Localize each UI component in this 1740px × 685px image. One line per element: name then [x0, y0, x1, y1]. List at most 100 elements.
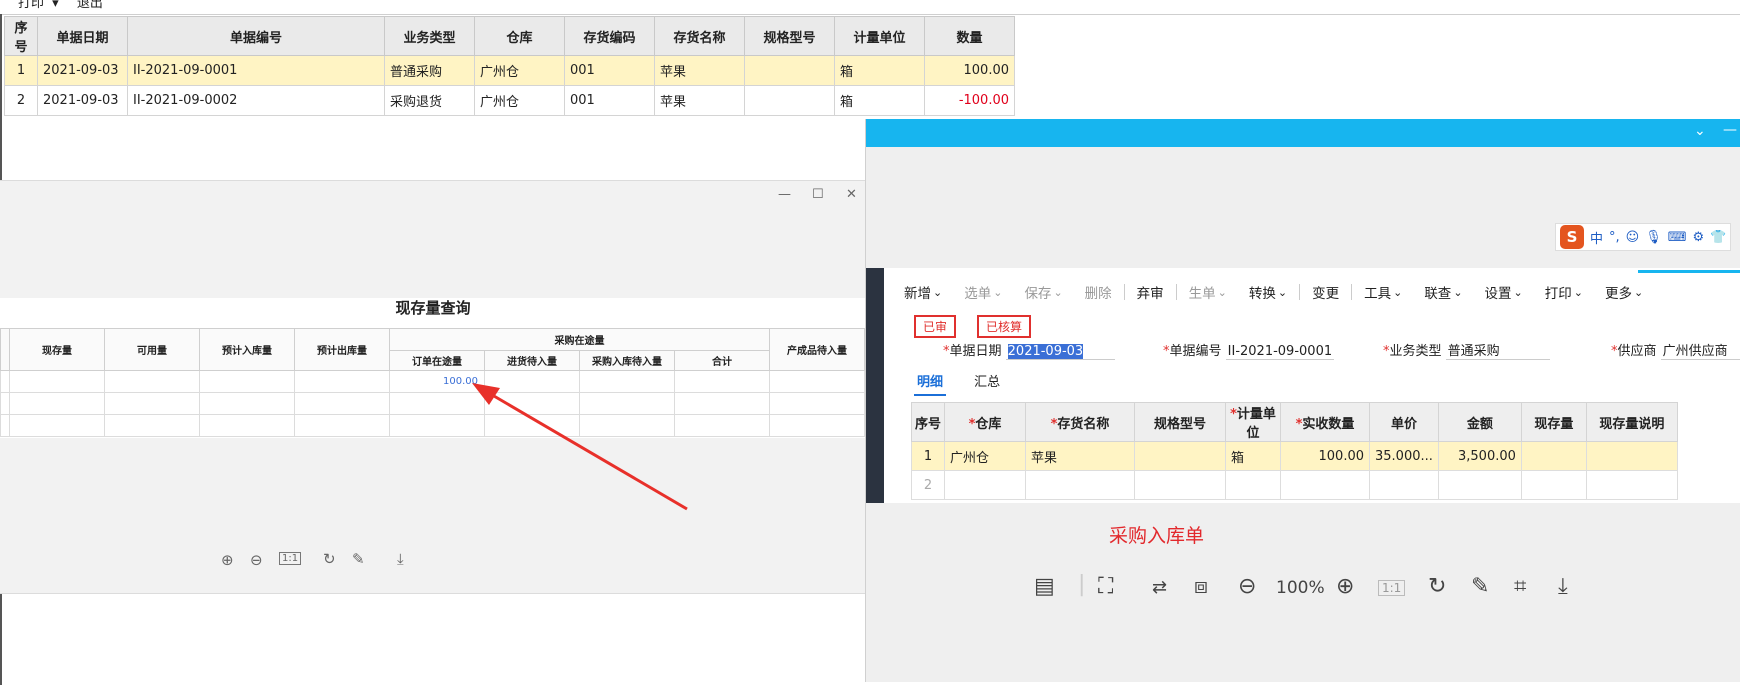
- menu-item[interactable]: 生单: [1189, 282, 1216, 302]
- download-icon[interactable]: ⤓: [397, 550, 404, 568]
- chevron-down-icon[interactable]: ⌄: [1694, 123, 1706, 139]
- fullscreen-icon[interactable]: ⧈: [1194, 574, 1208, 599]
- emoji-icon[interactable]: ☺: [1626, 230, 1640, 245]
- cell: 广州仓: [474, 85, 565, 116]
- col-header: 单据日期: [37, 16, 128, 56]
- table-row[interactable]: 1 广州仓 苹果 箱 100.00 35.000... 3,500.00: [911, 441, 1678, 471]
- toolbox-icon[interactable]: ⚙: [1693, 230, 1705, 245]
- inventory-title: 现存量查询: [395, 299, 471, 317]
- cell: [1225, 470, 1281, 500]
- exit-menu[interactable]: 退出: [77, 0, 103, 11]
- crop-icon[interactable]: ⌗: [1514, 574, 1526, 599]
- cell: [1134, 470, 1226, 500]
- fit-screen-icon[interactable]: ⛶: [1098, 574, 1113, 599]
- menu-item[interactable]: 联查: [1424, 282, 1451, 302]
- form-caption: 采购入库单: [1109, 525, 1205, 547]
- cell: 箱: [1225, 441, 1281, 471]
- type-field: *业务类型 普通采购: [1383, 340, 1550, 360]
- menu-item[interactable]: 选单: [964, 282, 991, 302]
- menu-item[interactable]: 保存: [1024, 282, 1051, 302]
- zoom-level: 100%: [1276, 578, 1325, 598]
- print-menu[interactable]: 打印: [18, 0, 44, 11]
- minimize-icon[interactable]: —: [1723, 122, 1737, 138]
- col-header: 规格型号: [1134, 402, 1226, 442]
- table-row[interactable]: 2 2021-09-03 II-2021-09-0002 采购退货 广州仓 00…: [4, 85, 1015, 116]
- col-header: [0, 328, 10, 371]
- date-value: 2021-09-03: [1007, 344, 1084, 359]
- menu-item[interactable]: 更多: [1605, 282, 1632, 302]
- maximize-icon[interactable]: ☐: [812, 187, 824, 202]
- cell-quantity: -100.00: [924, 85, 1015, 116]
- cell: [1369, 470, 1439, 500]
- zoom-in-icon[interactable]: ⊕: [1336, 574, 1354, 599]
- menu-item[interactable]: 工具: [1364, 282, 1391, 302]
- col-header-label: 序号: [914, 416, 941, 432]
- type-input[interactable]: 普通采购: [1445, 340, 1550, 360]
- chevron-down-icon: ⌄: [1513, 285, 1523, 299]
- ime-mode[interactable]: 中: [1590, 228, 1603, 247]
- actual-size-icon[interactable]: 1:1: [1378, 580, 1406, 596]
- col-header: 序号: [911, 402, 945, 442]
- chevron-down-icon: ⌄: [933, 285, 943, 299]
- edit-icon[interactable]: ✎: [352, 550, 365, 568]
- menu-item[interactable]: 新增: [904, 282, 931, 302]
- download-icon[interactable]: ⤓: [1558, 574, 1568, 599]
- separator: |: [1078, 572, 1086, 597]
- keyboard-icon[interactable]: ⌨: [1668, 230, 1687, 245]
- top-menu: 打印 ▾ 退出: [18, 0, 103, 11]
- menu-item[interactable]: 设置: [1485, 282, 1512, 302]
- supplier-input[interactable]: 广州供应商: [1660, 340, 1740, 360]
- zoom-out-icon[interactable]: ⊖: [250, 551, 263, 569]
- col-header: 采购入库待入量: [579, 350, 675, 371]
- cell: 广州仓: [474, 55, 565, 86]
- cell: 1: [911, 441, 945, 471]
- microphone-icon[interactable]: 🎙: [1645, 230, 1662, 245]
- skin-icon[interactable]: 👕: [1710, 230, 1726, 245]
- tab-summary[interactable]: 汇总: [974, 375, 1000, 390]
- cell: II-2021-09-0002: [127, 85, 385, 116]
- rotate-icon[interactable]: ↻: [323, 550, 336, 568]
- close-icon[interactable]: ✕: [846, 187, 857, 202]
- menu-item[interactable]: 打印: [1545, 282, 1572, 302]
- chevron-down-icon: ⌄: [1633, 285, 1644, 299]
- app-side-strip: [866, 268, 884, 503]
- col-header-label: 现存量: [1534, 416, 1574, 432]
- actual-size-icon[interactable]: 1:1: [279, 552, 302, 565]
- zoom-out-icon[interactable]: ⊖: [1238, 574, 1256, 599]
- table-row[interactable]: 1 2021-09-03 II-2021-09-0001 普通采购 广州仓 00…: [4, 55, 1015, 86]
- menu-item[interactable]: 弃审: [1137, 282, 1164, 302]
- col-header-label: 规格型号: [1153, 416, 1206, 432]
- menu-item[interactable]: 变更: [1312, 282, 1339, 302]
- col-header-label: 实收数量: [1302, 416, 1355, 432]
- cell: 箱: [834, 85, 925, 116]
- detail-table: 序号 *仓库 *存货名称 规格型号 *计量单位 *实收数量 单价 金额 现存量 现存量说明 1 广州…: [911, 402, 1678, 500]
- date-field: *单据日期 2021-09-03: [943, 340, 1115, 360]
- cell: 001: [564, 55, 655, 86]
- cell: [1437, 470, 1522, 500]
- layout-icon[interactable]: ▤: [1034, 574, 1055, 599]
- type-label: 业务类型: [1389, 344, 1442, 359]
- date-input[interactable]: 2021-09-03: [1005, 344, 1115, 360]
- chevron-down-icon: ⌄: [1393, 285, 1403, 299]
- chevron-down-icon: ⌄: [1277, 285, 1288, 299]
- translate-icon[interactable]: ⇄: [1152, 577, 1167, 598]
- zoom-in-icon[interactable]: ⊕: [221, 551, 234, 569]
- supplier-field: *供应商 广州供应商: [1611, 340, 1740, 360]
- viewer-title-bar: ⌄ —: [866, 119, 1740, 147]
- tab-detail[interactable]: 明细: [914, 375, 947, 396]
- form-tabs: 明细 汇总: [914, 371, 1000, 396]
- minimize-icon[interactable]: —: [778, 187, 791, 202]
- col-header: *仓库: [944, 402, 1026, 442]
- red-arrow-annotation: [472, 383, 688, 511]
- cell: [1025, 470, 1135, 500]
- code-input[interactable]: II-2021-09-0001: [1225, 344, 1335, 360]
- col-header-label: 计量单位: [1236, 407, 1276, 441]
- edit-icon[interactable]: ✎: [1471, 574, 1489, 599]
- chevron-down-icon: ⌄: [1053, 285, 1063, 299]
- table-row[interactable]: 2: [911, 470, 1678, 500]
- menu-item[interactable]: 转换: [1249, 282, 1276, 302]
- menu-item[interactable]: 删除: [1085, 282, 1112, 302]
- punctuation-icon[interactable]: °,: [1609, 230, 1620, 245]
- rotate-icon[interactable]: ↻: [1428, 574, 1446, 599]
- col-header: 存货名称: [654, 16, 745, 56]
